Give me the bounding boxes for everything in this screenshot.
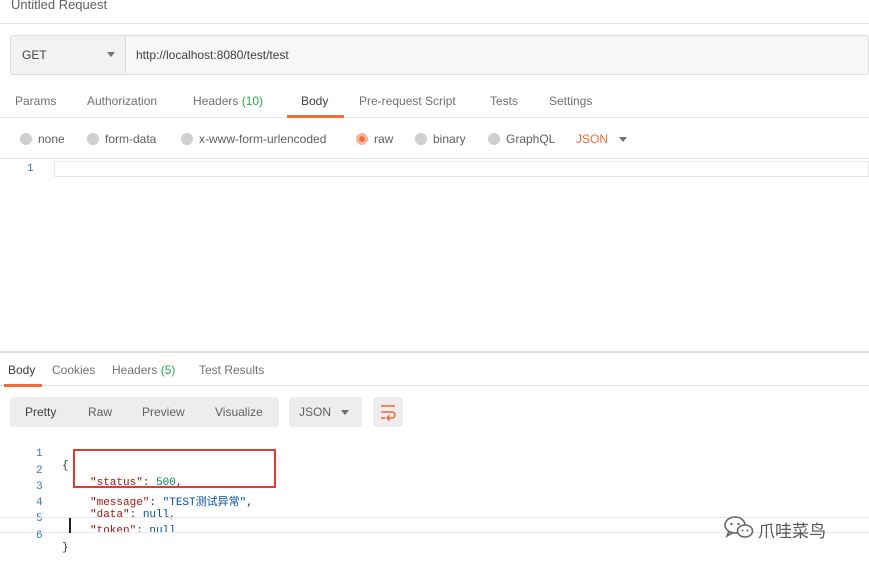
url-bar: GET <box>10 35 869 75</box>
option-graphql-label[interactable]: GraphQL <box>506 132 555 146</box>
editor-gutter: 1 <box>0 159 54 351</box>
annotation-highlight-box <box>73 449 276 488</box>
watermark-text: 爪哇菜鸟 <box>758 522 826 542</box>
option-urlencoded-label[interactable]: x-www-form-urlencoded <box>199 132 326 146</box>
radio-urlencoded[interactable] <box>181 133 193 145</box>
option-none-label[interactable]: none <box>38 132 65 146</box>
text-cursor <box>69 518 71 533</box>
response-tab-test-results[interactable]: Test Results <box>199 363 264 377</box>
view-mode-group: Pretty Raw Preview Visualize <box>10 397 279 427</box>
radio-binary[interactable] <box>415 133 427 145</box>
chevron-down-icon <box>341 410 349 415</box>
tab-authorization[interactable]: Authorization <box>87 94 157 108</box>
request-body-editor[interactable]: 1 <box>0 158 869 352</box>
view-preview-button[interactable]: Preview <box>142 405 185 419</box>
request-tabs: Params Authorization Headers (10) Body P… <box>0 86 869 118</box>
active-response-tab-indicator <box>4 384 42 387</box>
wrap-lines-button[interactable] <box>373 397 403 427</box>
tab-tests[interactable]: Tests <box>490 94 518 108</box>
view-pretty-button[interactable]: Pretty <box>25 405 56 419</box>
raw-format-dropdown[interactable]: JSON <box>576 132 608 146</box>
chevron-down-icon[interactable] <box>619 137 627 142</box>
chevron-down-icon <box>107 52 115 57</box>
request-title[interactable]: Untitled Request <box>11 0 107 12</box>
url-input[interactable] <box>127 36 867 74</box>
tab-body[interactable]: Body <box>301 94 328 108</box>
wrap-lines-icon <box>381 405 396 422</box>
tab-params[interactable]: Params <box>15 94 56 108</box>
option-form-data-label[interactable]: form-data <box>105 132 156 146</box>
response-format-value: JSON <box>299 405 332 419</box>
line-number: 1 <box>27 163 34 175</box>
tab-headers[interactable]: Headers (10) <box>193 94 263 108</box>
response-tabs: Body Cookies Headers (5) Test Results <box>0 352 869 387</box>
radio-graphql[interactable] <box>488 133 500 145</box>
option-binary-label[interactable]: binary <box>433 132 466 146</box>
view-raw-button[interactable]: Raw <box>88 405 112 419</box>
tab-settings[interactable]: Settings <box>549 94 592 108</box>
view-visualize-button[interactable]: Visualize <box>215 405 263 419</box>
radio-raw[interactable] <box>356 133 368 145</box>
headers-count: (10) <box>241 94 264 108</box>
tab-pre-request-script[interactable]: Pre-request Script <box>359 94 456 108</box>
response-tab-cookies[interactable]: Cookies <box>52 363 95 377</box>
wechat-icon <box>724 516 754 538</box>
response-format-dropdown[interactable]: JSON <box>289 397 362 427</box>
body-type-options: none form-data x-www-form-urlencoded raw… <box>0 128 869 152</box>
current-line[interactable] <box>54 161 869 177</box>
response-tab-headers[interactable]: Headers (5) <box>112 363 175 377</box>
radio-none[interactable] <box>20 133 32 145</box>
active-tab-indicator <box>287 115 344 118</box>
title-bar: Untitled Request <box>0 0 869 24</box>
response-tab-body[interactable]: Body <box>8 363 35 377</box>
option-raw-label[interactable]: raw <box>374 132 393 146</box>
line-number: 6 <box>36 530 43 542</box>
method-value: GET <box>22 48 47 62</box>
response-headers-count: (5) <box>160 363 176 377</box>
method-dropdown[interactable]: GET <box>11 36 126 74</box>
tab-headers-label: Headers <box>193 94 239 108</box>
close-brace: } <box>62 542 69 554</box>
radio-form-data[interactable] <box>87 133 99 145</box>
response-tab-headers-label: Headers <box>112 363 158 377</box>
